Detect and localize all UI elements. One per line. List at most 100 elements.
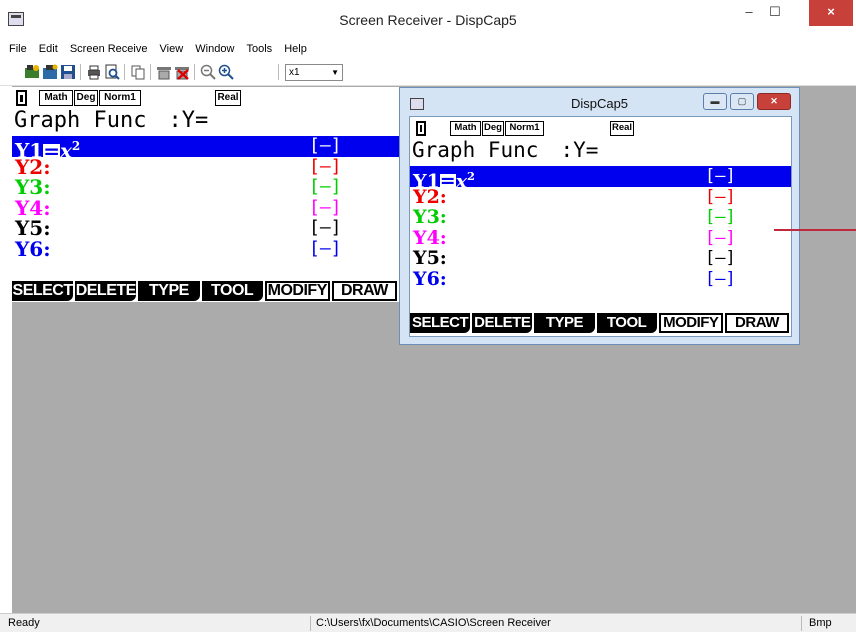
save-icon[interactable] bbox=[60, 64, 76, 80]
window-title: Screen Receiver - DispCap5 bbox=[339, 12, 517, 28]
line-style-bracket: [—] bbox=[309, 155, 342, 177]
line-style-bracket: [—] bbox=[705, 248, 736, 268]
fkey-draw[interactable]: DRAW bbox=[724, 313, 790, 333]
line-style-bracket: [—] bbox=[705, 268, 736, 289]
capture-icon[interactable] bbox=[42, 64, 58, 80]
indicator-real: Real bbox=[610, 121, 634, 136]
line-style-bracket: [—] bbox=[309, 176, 342, 197]
title-bar: Screen Receiver - DispCap5 – ☐ × bbox=[0, 0, 856, 40]
window-left-edge bbox=[0, 86, 12, 613]
function-label: Y5: bbox=[413, 247, 447, 269]
maximize-button[interactable]: ☐ bbox=[762, 0, 788, 26]
function-row[interactable]: Y4: [—] bbox=[12, 196, 399, 219]
function-row[interactable]: Y1=x2 [—] bbox=[410, 166, 791, 192]
menu-screen-receive[interactable]: Screen Receive bbox=[70, 40, 148, 58]
receive-icon[interactable] bbox=[24, 64, 40, 80]
fkey-modify[interactable]: MODIFY bbox=[658, 313, 723, 333]
line-style-bracket: [—] bbox=[309, 135, 342, 156]
dispcap5-window[interactable]: DispCap5 ▬ ▢ ✕ Math Deg Norm1 Real Graph Fun… bbox=[399, 87, 800, 345]
disconnect-icon[interactable] bbox=[174, 64, 190, 80]
status-divider bbox=[310, 616, 311, 631]
function-row[interactable]: Y2: [—] bbox=[410, 185, 791, 208]
function-row[interactable]: Y6: [—] bbox=[410, 267, 791, 290]
print-preview-icon[interactable] bbox=[104, 64, 120, 80]
screen-header: Graph Func:Y= bbox=[14, 108, 208, 134]
toolbar: x1 ▼ bbox=[0, 58, 856, 86]
line-style-bracket: [—] bbox=[309, 237, 342, 259]
fkey-delete[interactable]: DELETE bbox=[75, 281, 137, 301]
screen-title-suffix: :Y= bbox=[560, 138, 599, 162]
function-exponent: 2 bbox=[71, 139, 81, 153]
copy-icon[interactable] bbox=[130, 64, 146, 80]
function-row[interactable]: Y6: [—] bbox=[12, 236, 399, 261]
function-row[interactable]: Y3: [—] bbox=[410, 207, 791, 228]
menu-tools[interactable]: Tools bbox=[246, 40, 272, 58]
function-exponent: 2 bbox=[467, 169, 475, 183]
fkey-select[interactable]: SELECT bbox=[410, 313, 471, 333]
status-path: C:\Users\fx\Documents\CASIO\Screen Recei… bbox=[316, 617, 551, 629]
inner-minimize-button[interactable]: ▬ bbox=[703, 93, 727, 110]
fkey-delete[interactable]: DELETE bbox=[472, 313, 533, 333]
toolbar-separator bbox=[80, 64, 81, 80]
screen-title: Graph Func bbox=[412, 138, 539, 162]
menu-bar: File Edit Screen Receive View Window Too… bbox=[0, 40, 856, 58]
fkey-type[interactable]: TYPE bbox=[138, 281, 200, 301]
line-style-bracket: [—] bbox=[705, 186, 736, 207]
fkey-select[interactable]: SELECT bbox=[12, 281, 74, 301]
menu-edit[interactable]: Edit bbox=[39, 40, 58, 58]
function-label: Y4: bbox=[413, 226, 447, 249]
minimize-button[interactable]: – bbox=[736, 0, 762, 26]
fkey-modify[interactable]: MODIFY bbox=[264, 281, 330, 301]
zoom-out-icon[interactable] bbox=[200, 64, 216, 80]
inner-maximize-button[interactable]: ▢ bbox=[730, 93, 754, 110]
function-row[interactable]: Y4: [—] bbox=[410, 226, 791, 249]
status-bar: Ready C:\Users\fx\Documents\CASIO\Screen… bbox=[0, 613, 856, 632]
fkey-tool[interactable]: TOOL bbox=[596, 313, 657, 333]
screen-header: Graph Func :Y= bbox=[412, 138, 598, 163]
print-icon[interactable] bbox=[86, 64, 102, 80]
zoom-value: x1 bbox=[289, 67, 300, 78]
line-style-bracket: [—] bbox=[309, 196, 342, 218]
function-label: Y6: bbox=[413, 267, 447, 290]
fkey-draw[interactable]: DRAW bbox=[331, 281, 398, 301]
calculator-screen: Math Deg Norm1 Real Graph Func:Y= Y1=x2 [—] Y2:… bbox=[12, 87, 399, 302]
menu-help[interactable]: Help bbox=[284, 40, 307, 58]
function-label: Y2: bbox=[413, 185, 447, 208]
fkey-tool[interactable]: TOOL bbox=[201, 281, 263, 301]
close-button[interactable]: × bbox=[809, 0, 853, 26]
status-format: Bmp bbox=[809, 617, 832, 629]
zoom-in-icon[interactable] bbox=[218, 64, 234, 80]
screen-title-suffix: :Y= bbox=[168, 108, 209, 133]
indicator-math: Math bbox=[450, 121, 481, 136]
function-row[interactable]: Y5: [—] bbox=[12, 217, 399, 239]
function-row[interactable]: Y2: [—] bbox=[12, 155, 399, 178]
menu-window[interactable]: Window bbox=[195, 40, 234, 58]
status-text: Ready bbox=[8, 617, 40, 629]
function-key-bar: SELECT DELETE TYPE TOOL MODIFY DRAW bbox=[12, 281, 399, 301]
function-key-bar: SELECT DELETE TYPE TOOL MODIFY DRAW bbox=[410, 313, 791, 333]
line-style-bracket: [—] bbox=[309, 217, 342, 238]
function-row[interactable]: Y3: [—] bbox=[12, 176, 399, 198]
menu-file[interactable]: File bbox=[9, 40, 27, 58]
line-style-bracket: [—] bbox=[705, 166, 736, 186]
inner-calculator-screen: Math Deg Norm1 Real Graph Func:Y= Y1=x2 [—] Y2:… bbox=[409, 116, 792, 337]
inner-close-button[interactable]: ✕ bbox=[757, 93, 791, 110]
fkey-type[interactable]: TYPE bbox=[534, 313, 595, 333]
inner-title-bar: DispCap5 ▬ ▢ ✕ bbox=[400, 88, 799, 114]
connect-icon[interactable] bbox=[156, 64, 172, 80]
function-label: Y6: bbox=[15, 236, 51, 261]
indicator-real: Real bbox=[215, 90, 241, 106]
chevron-down-icon: ▼ bbox=[331, 68, 339, 77]
line-style-bracket: [—] bbox=[705, 207, 736, 227]
function-label: Y3: bbox=[413, 206, 447, 228]
toolbar-separator bbox=[278, 64, 279, 80]
indicator-math: Math bbox=[39, 90, 73, 106]
battery-icon bbox=[16, 90, 27, 106]
status-divider bbox=[801, 616, 802, 631]
menu-view[interactable]: View bbox=[160, 40, 184, 58]
function-row[interactable]: Y5: [—] bbox=[410, 248, 791, 269]
toolbar-separator bbox=[194, 64, 195, 80]
function-row[interactable]: Y1=x2 [—] bbox=[12, 135, 399, 161]
battery-icon bbox=[416, 121, 426, 136]
zoom-select[interactable]: x1 ▼ bbox=[285, 64, 343, 81]
